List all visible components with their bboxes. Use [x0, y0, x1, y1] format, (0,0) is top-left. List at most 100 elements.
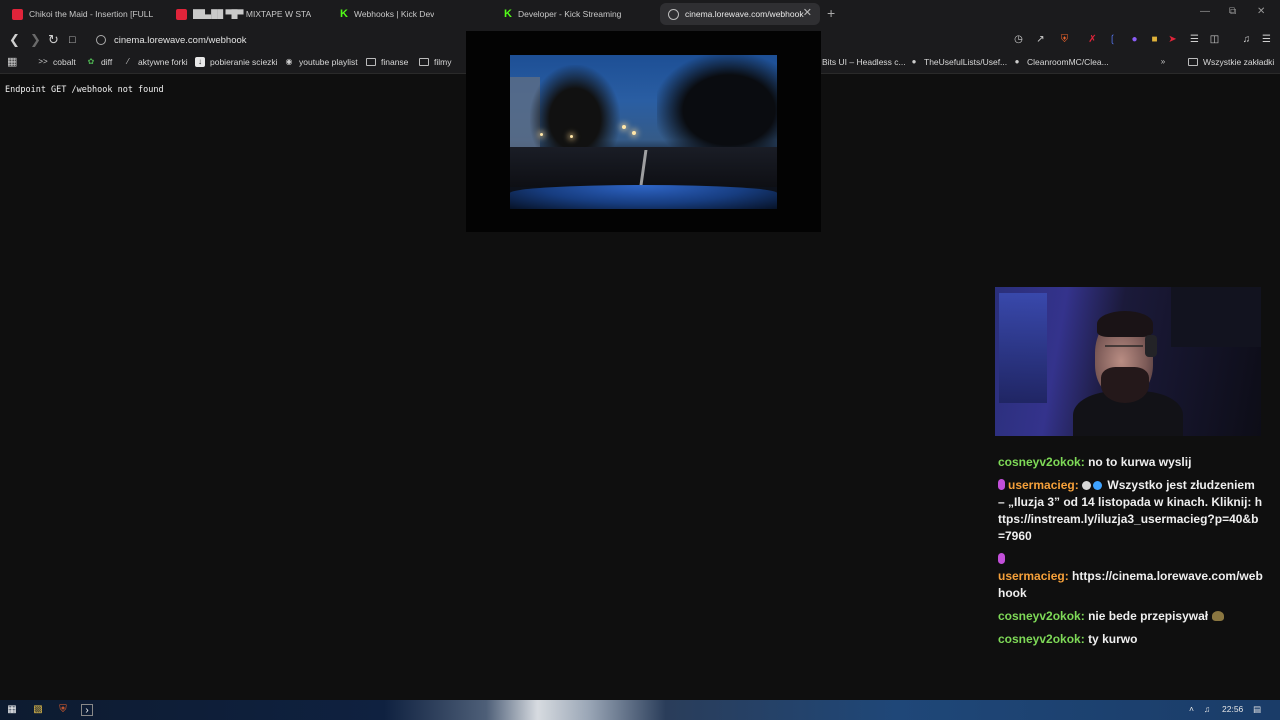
- bookmark-pobieranie-sciezki[interactable]: ↓ pobieranie sciezki: [195, 57, 278, 67]
- extension-red-icon[interactable]: ✗: [1086, 33, 1099, 46]
- extensions-puzzle-icon[interactable]: ☰: [1188, 33, 1201, 46]
- bookmark-label: pobieranie sciezki: [210, 57, 278, 67]
- download-icon: ↓: [195, 57, 205, 67]
- microphone-badge-icon: [998, 553, 1005, 564]
- chat-message: usermacieg: https://cinema.lorewave.com/…: [998, 551, 1264, 602]
- clock[interactable]: 22:56: [1222, 704, 1243, 714]
- bookmark-label: cobalt: [53, 57, 76, 67]
- brave-shield-icon[interactable]: ⛨: [1058, 33, 1071, 46]
- bookmark-label: finanse: [381, 57, 409, 67]
- dashcam-video: [510, 55, 777, 209]
- webcam-feed: [995, 287, 1261, 436]
- bookmark-icon[interactable]: □: [69, 32, 76, 48]
- bookmark-label: Bits UI – Headless c...: [822, 57, 906, 67]
- bookmark-filmy[interactable]: filmy: [419, 57, 451, 67]
- sidebar-icon[interactable]: ◫: [1208, 33, 1221, 46]
- gem-badge-icon: [1093, 481, 1103, 490]
- close-window-icon[interactable]: ✕: [1257, 6, 1265, 17]
- youtube-icon: [176, 8, 187, 20]
- extension-blue-icon[interactable]: ❲: [1106, 33, 1119, 46]
- tray-chevron-icon[interactable]: ˄: [1189, 704, 1194, 714]
- windows-taskbar: ▦ ▧ ⛨ › ˄ ♫ 22:56 ▤: [0, 700, 1280, 720]
- apps-icon[interactable]: ▦: [7, 57, 22, 68]
- notifications-icon[interactable]: ▤: [1253, 704, 1261, 715]
- chat-username: cosneyv2okok:: [998, 632, 1085, 646]
- bookmark-label: CleanroomMC/Clea...: [1027, 57, 1109, 67]
- close-tab-icon[interactable]: ✕: [803, 6, 812, 19]
- chat-text: ty kurwo: [1088, 632, 1138, 646]
- extension-pin-icon[interactable]: ➤: [1166, 33, 1179, 46]
- minimize-icon[interactable]: —: [1200, 6, 1210, 17]
- address-bar[interactable]: cinema.lorewave.com/webhook: [88, 30, 468, 50]
- back-icon[interactable]: ❮: [9, 32, 20, 48]
- chat-message: cosneyv2okok: nie bede przepisywał: [998, 608, 1264, 625]
- chat-username: usermacieg:: [998, 569, 1069, 583]
- cobalt-icon: >>: [38, 57, 48, 66]
- tab-chikoi[interactable]: Chikoi the Maid - Insertion [FULL ALB: [4, 3, 162, 25]
- club-badge-icon: [1082, 481, 1092, 490]
- share-icon[interactable]: ↗: [1034, 33, 1047, 46]
- chat-message: cosneyv2okok: ty kurwo: [998, 631, 1264, 648]
- restore-icon[interactable]: ⧉: [1229, 6, 1236, 17]
- media-icon[interactable]: ♫: [1240, 33, 1253, 46]
- bookmark-youtube-playlist[interactable]: ◉ youtube playlist: [284, 57, 358, 67]
- fork-icon: ⁄: [127, 57, 129, 66]
- file-explorer-icon[interactable]: ▧: [32, 704, 44, 716]
- chat-message: cosneyv2okok: no to kurwa wyslij: [998, 454, 1264, 471]
- bookmark-label: filmy: [434, 57, 452, 67]
- brave-browser-icon[interactable]: ⛨: [57, 704, 69, 716]
- folder-icon: [1188, 58, 1198, 66]
- tab-label: Chikoi the Maid - Insertion [FULL ALB: [29, 9, 154, 19]
- chat-username: cosneyv2okok:: [998, 455, 1085, 469]
- github-icon: ●: [1014, 57, 1020, 66]
- bookmark-cleanroommc[interactable]: ● CleanroomMC/Clea...: [1012, 57, 1109, 67]
- tab-mixtape[interactable]: ██▄██ ▀█▀ MIXTAPE W STA: [168, 3, 326, 25]
- bookmark-diff[interactable]: ✿ diff: [86, 57, 113, 67]
- new-tab-button[interactable]: +: [827, 5, 835, 21]
- bookmark-theusefullists[interactable]: ● TheUsefulLists/Usef...: [909, 57, 1008, 67]
- tab-cinema-webhook[interactable]: cinema.lorewave.com/webhook ✕: [660, 3, 820, 25]
- volume-icon[interactable]: ♫: [1204, 704, 1210, 714]
- tab-developer-kick[interactable]: K Developer - Kick Streaming: [496, 3, 654, 25]
- folder-icon: [366, 58, 376, 66]
- chat-username: cosneyv2okok:: [998, 609, 1085, 623]
- emote-icon: [1212, 611, 1225, 621]
- bookmark-label: aktywne forki: [138, 57, 188, 67]
- site-info-icon[interactable]: [96, 35, 106, 45]
- microphone-badge-icon: [998, 479, 1005, 490]
- chat-text: nie bede przepisywał: [1088, 609, 1209, 623]
- more-bookmarks-icon[interactable]: »: [1158, 57, 1173, 67]
- kick-icon: K: [340, 7, 348, 20]
- windows-start-icon[interactable]: ▦: [6, 704, 18, 716]
- bookmark-label: TheUsefulLists/Usef...: [924, 57, 1008, 67]
- forward-icon[interactable]: ❯: [30, 32, 41, 48]
- bookmark-cobalt[interactable]: >> cobalt: [38, 57, 76, 67]
- menu-icon[interactable]: ☰: [1260, 33, 1273, 46]
- tab-label: cinema.lorewave.com/webhook: [685, 9, 804, 19]
- history-icon[interactable]: ◷: [1012, 33, 1025, 46]
- chat-text: no to kurwa wyslij: [1088, 455, 1192, 469]
- reload-icon[interactable]: ↻: [48, 32, 59, 48]
- tab-label: Developer - Kick Streaming: [517, 9, 622, 19]
- bookmark-label: Wszystkie zakładki: [1203, 57, 1275, 67]
- chat-username: usermacieg:: [1008, 478, 1079, 492]
- extension-purple-icon[interactable]: ●: [1128, 33, 1141, 46]
- extension-yellow-icon[interactable]: ■: [1148, 33, 1161, 46]
- github-icon: ●: [911, 57, 917, 66]
- bookmark-bits-ui[interactable]: Bits UI – Headless c...: [822, 57, 906, 67]
- site-info-icon: [668, 8, 679, 20]
- tab-label: Webhooks | Kick Dev: [353, 9, 435, 19]
- bookmark-aktywne-forki[interactable]: ⁄ aktywne forki: [123, 57, 188, 67]
- chat-message: usermacieg: Wszystko jest złudzeniem – „…: [998, 477, 1264, 545]
- bookmark-finanse[interactable]: finanse: [366, 57, 408, 67]
- diff-icon: ✿: [87, 57, 95, 66]
- bookmark-label: youtube playlist: [299, 57, 358, 67]
- video-overlay: [466, 31, 821, 232]
- terminal-icon[interactable]: ›: [81, 704, 93, 716]
- endpoint-error-message: Endpoint GET /webhook not found: [5, 85, 164, 95]
- bookmark-all-bookmarks[interactable]: Wszystkie zakładki: [1188, 57, 1274, 67]
- bookmark-label: diff: [101, 57, 113, 67]
- tab-webhooks-kick[interactable]: K Webhooks | Kick Dev: [332, 3, 490, 25]
- url-text[interactable]: cinema.lorewave.com/webhook: [114, 35, 247, 46]
- folder-icon: [419, 58, 429, 66]
